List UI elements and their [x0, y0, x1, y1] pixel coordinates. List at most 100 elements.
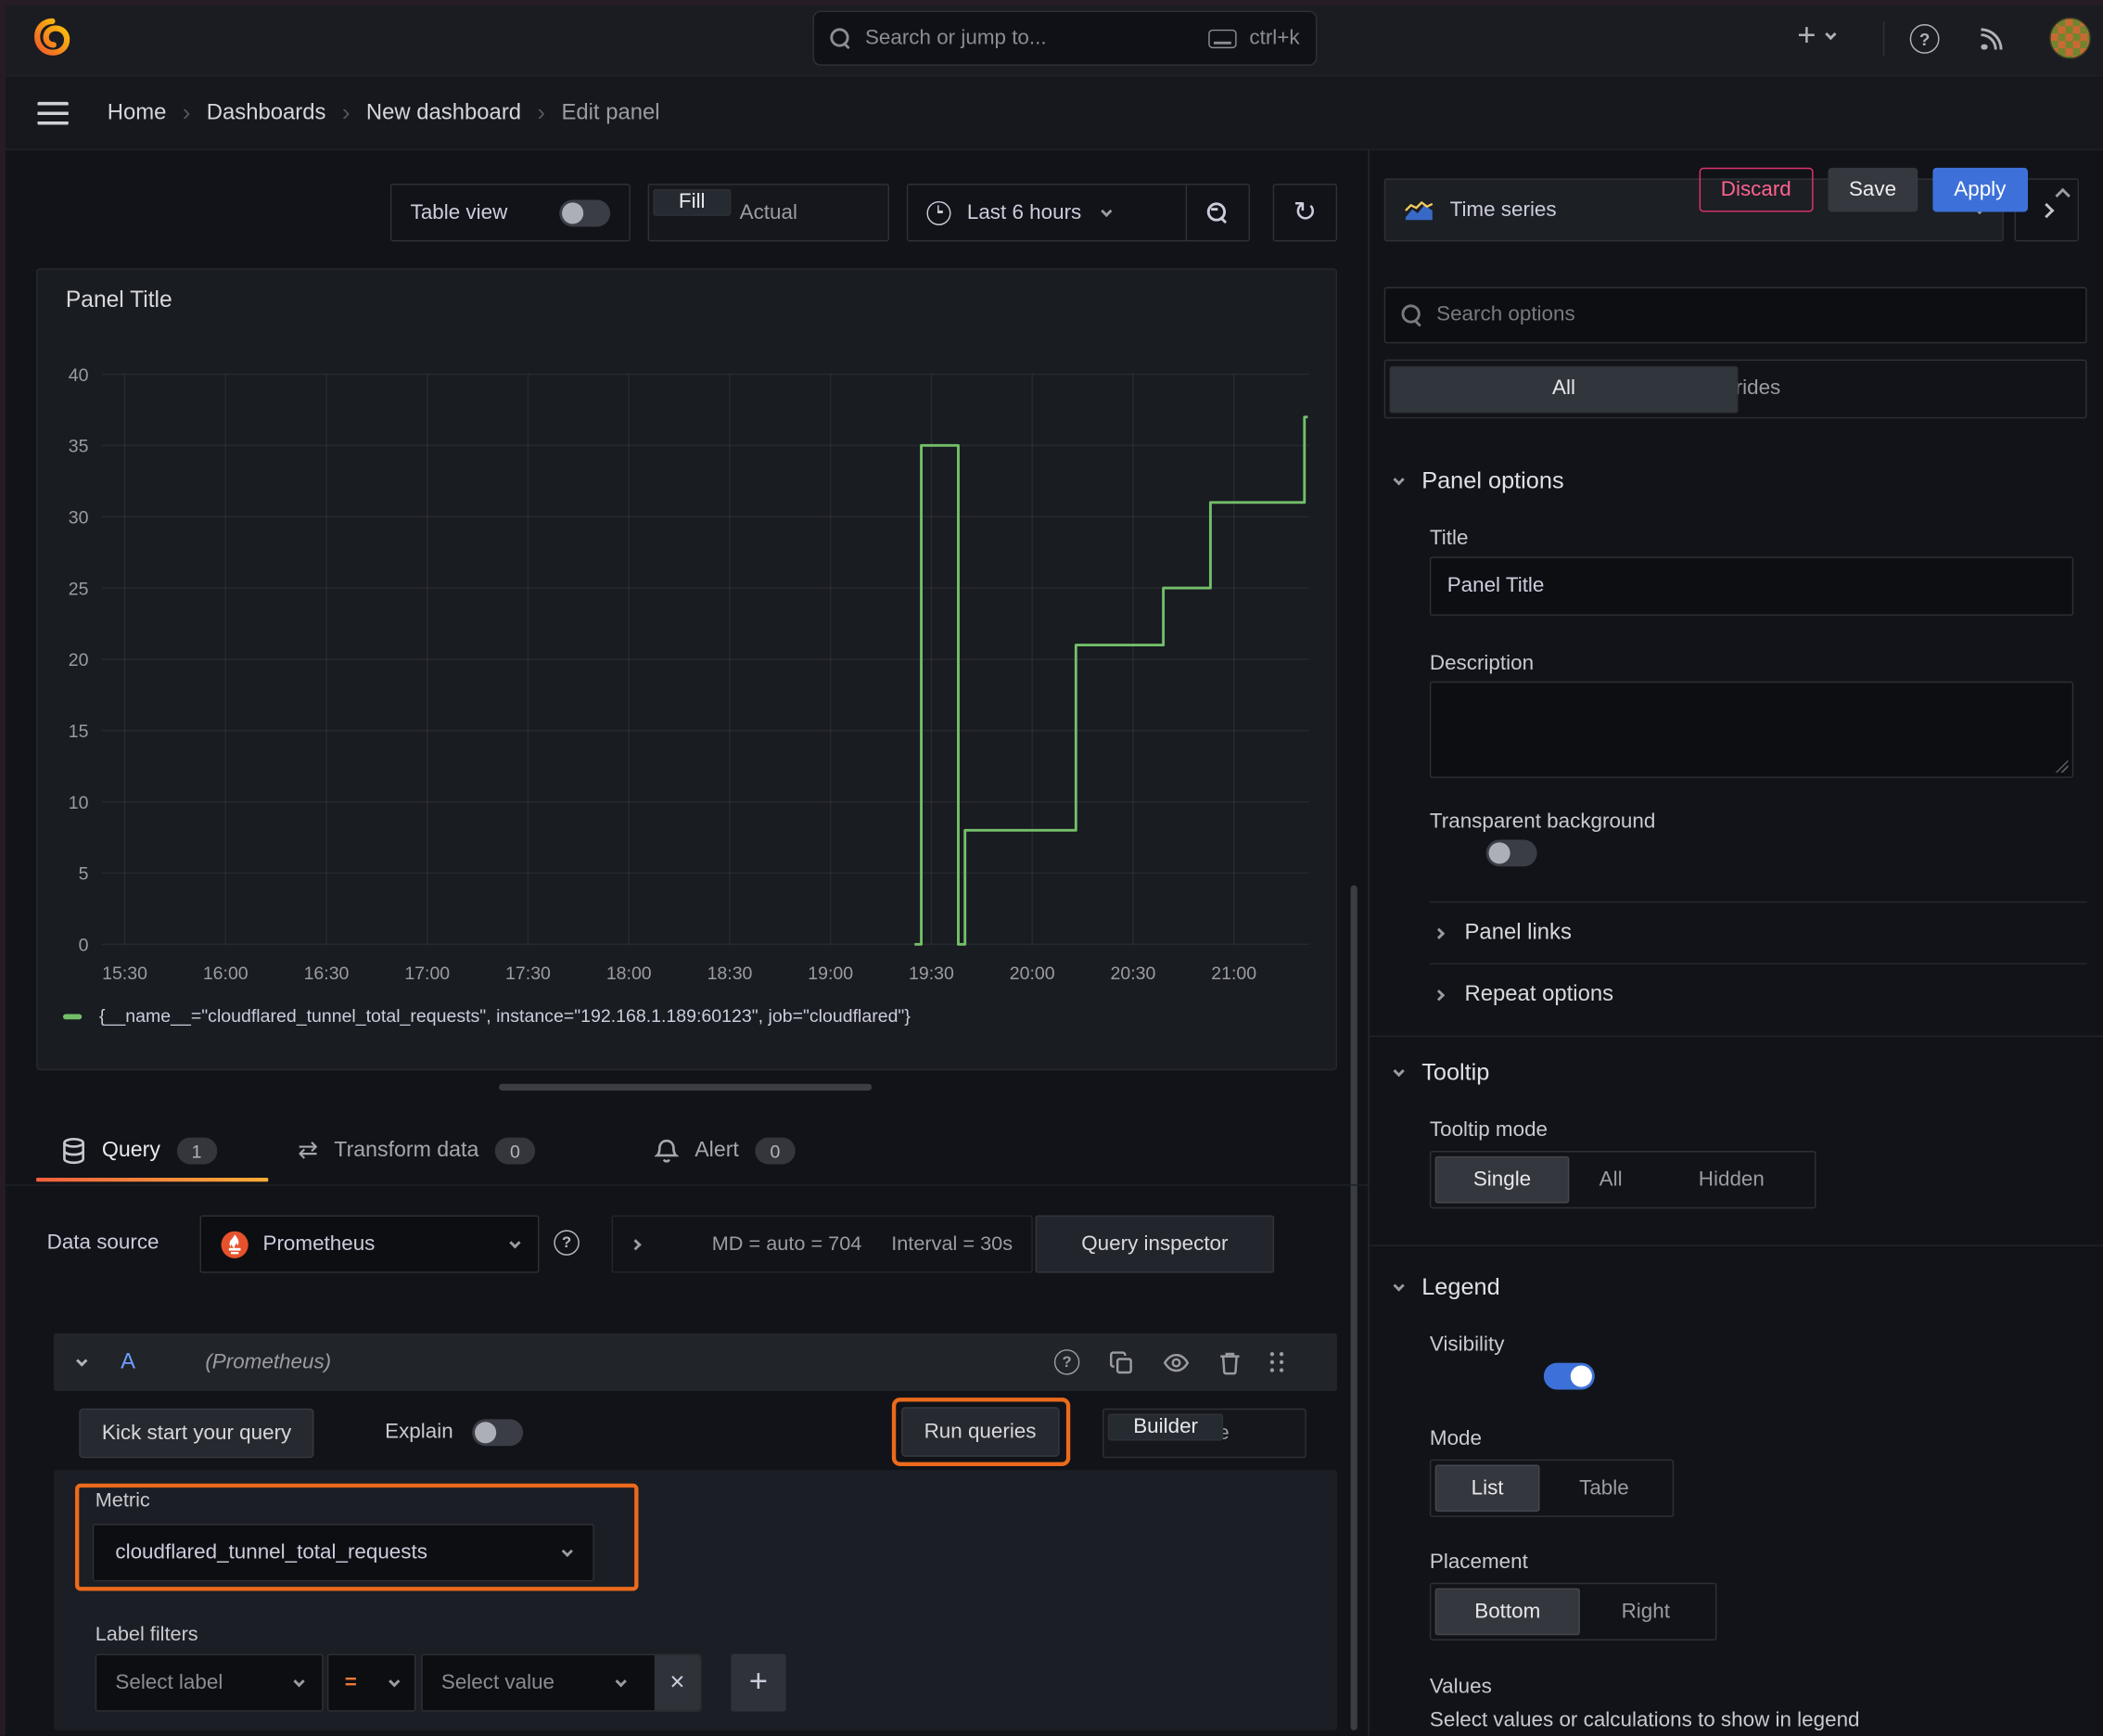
breadcrumb-dashboards[interactable]: Dashboards — [207, 100, 326, 125]
select-value-placeholder: Select value — [440, 1670, 555, 1694]
vertical-scrollbar[interactable] — [1350, 885, 1357, 1730]
transparent-background-label: Transparent background — [1429, 810, 1656, 834]
placement-right-option[interactable]: Right — [1580, 1589, 1712, 1636]
query-inspector-button[interactable]: Query inspector — [1035, 1215, 1275, 1273]
query-ref-id[interactable]: A — [121, 1349, 135, 1374]
save-button[interactable]: Save — [1827, 167, 1918, 212]
search-options-input[interactable]: Search options — [1383, 287, 2087, 344]
run-queries-button[interactable]: Run queries — [900, 1407, 1060, 1457]
chevron-right-icon — [1433, 989, 1446, 1001]
transparent-background-toggle[interactable] — [1486, 839, 1538, 867]
svg-text:17:00: 17:00 — [404, 964, 450, 984]
svg-text:20:30: 20:30 — [1111, 964, 1156, 984]
datasource-help-button[interactable]: ? — [554, 1230, 580, 1256]
delete-query-icon[interactable] — [1219, 1350, 1241, 1374]
panel-links-section[interactable]: Panel links — [1433, 920, 1572, 945]
search-placeholder: Search or jump to... — [864, 26, 1047, 49]
placement-label: Placement — [1429, 1551, 1528, 1574]
builder-option[interactable]: Builder — [1107, 1413, 1224, 1441]
tab-transform[interactable]: Transform data 0 — [298, 1117, 536, 1184]
operator-dropdown[interactable]: = — [326, 1653, 416, 1712]
legend-visibility-toggle[interactable] — [1543, 1362, 1595, 1390]
apply-button[interactable]: Apply — [1932, 167, 2028, 212]
breadcrumb-new-dashboard[interactable]: New dashboard — [366, 100, 521, 125]
window-edge — [0, 0, 6, 1736]
chevron-right-icon — [1433, 926, 1446, 939]
breadcrumb-separator-icon: › — [537, 98, 546, 126]
chevron-down-icon — [1101, 205, 1113, 217]
panel-resize-handle[interactable] — [499, 1083, 873, 1091]
data-source-picker[interactable]: Prometheus — [199, 1215, 540, 1273]
hide-query-icon[interactable] — [1163, 1353, 1190, 1372]
metric-label: Metric — [95, 1488, 150, 1513]
global-search-input[interactable]: Search or jump to... ctrl+k — [812, 10, 1318, 66]
drag-handle-icon[interactable] — [1269, 1351, 1283, 1372]
fill-option[interactable]: Fill — [653, 188, 732, 216]
discard-button[interactable]: Discard — [1699, 167, 1813, 212]
tooltip-section[interactable]: Tooltip — [1393, 1058, 1489, 1086]
chevron-down-icon — [293, 1675, 305, 1687]
values-help-text: Select values or calculations to show in… — [1429, 1708, 1860, 1732]
placement-bottom-option[interactable]: Bottom — [1434, 1588, 1580, 1636]
menu-toggle-icon[interactable] — [37, 101, 69, 125]
repeat-options-section[interactable]: Repeat options — [1433, 982, 1613, 1007]
duplicate-query-icon[interactable] — [1109, 1350, 1133, 1374]
tab-alert[interactable]: Alert 0 — [654, 1117, 796, 1184]
tab-query[interactable]: Query 1 — [62, 1117, 217, 1184]
tab-alert-label: Alert — [695, 1139, 739, 1162]
tooltip-hidden-option[interactable]: Hidden — [1652, 1156, 1811, 1204]
tab-all[interactable]: All — [1389, 365, 1739, 413]
select-label-dropdown[interactable]: Select label — [95, 1653, 324, 1712]
query-options-row[interactable]: MD = auto = 704 Interval = 30s — [611, 1215, 1033, 1273]
panel-options-section[interactable]: Panel options — [1393, 466, 1564, 494]
kickstart-label: Kick start your query — [101, 1421, 292, 1445]
svg-text:16:00: 16:00 — [203, 964, 249, 984]
timeseries-chart[interactable]: 0 5 10 15 20 25 30 35 40 15:30 16:00 16:30 17:00 17:3… — [37, 270, 1338, 994]
help-icon[interactable]: ? — [1909, 24, 1940, 54]
user-avatar[interactable] — [2049, 17, 2091, 59]
search-shortcut: ctrl+k — [1249, 26, 1300, 49]
metric-select[interactable]: cloudflared_tunnel_total_requests — [92, 1524, 594, 1582]
grafana-app: Search or jump to... ctrl+k ? Home › Das… — [0, 0, 2103, 1736]
svg-text:40: 40 — [69, 365, 89, 386]
svg-text:25: 25 — [69, 579, 89, 599]
chevron-down-icon — [1393, 473, 1405, 485]
add-filter-button[interactable] — [731, 1653, 786, 1712]
tooltip-all-option[interactable]: All — [1569, 1156, 1652, 1204]
kickstart-query-button[interactable]: Kick start your query — [79, 1408, 314, 1459]
query-ref-datasource: (Prometheus) — [205, 1349, 332, 1373]
query-row-header[interactable]: A (Prometheus) ? — [53, 1333, 1338, 1391]
remove-filter-button[interactable] — [654, 1654, 701, 1711]
title-field[interactable] — [1429, 556, 2074, 616]
select-value-dropdown[interactable]: Select value — [421, 1653, 702, 1712]
legend-list-option[interactable]: List — [1434, 1464, 1540, 1513]
refresh-button[interactable] — [1272, 184, 1338, 242]
svg-text:19:00: 19:00 — [808, 964, 853, 984]
svg-text:20: 20 — [69, 650, 89, 670]
title-label: Title — [1429, 527, 1469, 551]
query-help-icon[interactable]: ? — [1053, 1349, 1080, 1375]
breadcrumb-home[interactable]: Home — [108, 100, 167, 125]
pane-divider[interactable] — [1368, 149, 1370, 1736]
legend-table-option[interactable]: Table — [1539, 1464, 1668, 1512]
timeseries-icon — [1405, 200, 1434, 220]
new-menu-button[interactable] — [1797, 20, 1837, 53]
chevron-down-icon — [1825, 28, 1837, 41]
table-view-label: Table view — [410, 200, 508, 223]
description-field[interactable] — [1429, 681, 2074, 778]
breadcrumb-bar: Home › Dashboards › New dashboard › Edit… — [0, 76, 2103, 212]
grafana-logo-icon[interactable] — [32, 18, 72, 57]
tooltip-single-option[interactable]: Single — [1434, 1155, 1570, 1204]
zoom-out-button[interactable] — [1187, 201, 1249, 223]
fill-actual-control: Fill Actual — [647, 184, 889, 242]
news-feed-icon[interactable] — [1977, 24, 2007, 54]
time-range-picker[interactable]: Last 6 hours — [908, 200, 1185, 225]
legend-item[interactable]: {__name__="cloudflared_tunnel_total_requ… — [62, 1006, 911, 1027]
breadcrumb-edit-panel: Edit panel — [561, 99, 660, 124]
table-view-toggle[interactable] — [559, 198, 611, 226]
resize-handle-icon[interactable] — [2054, 759, 2069, 773]
bell-icon — [654, 1139, 679, 1163]
legend-section[interactable]: Legend — [1393, 1273, 1500, 1301]
time-range-control: Last 6 hours — [906, 184, 1251, 242]
explain-toggle[interactable] — [472, 1419, 524, 1447]
